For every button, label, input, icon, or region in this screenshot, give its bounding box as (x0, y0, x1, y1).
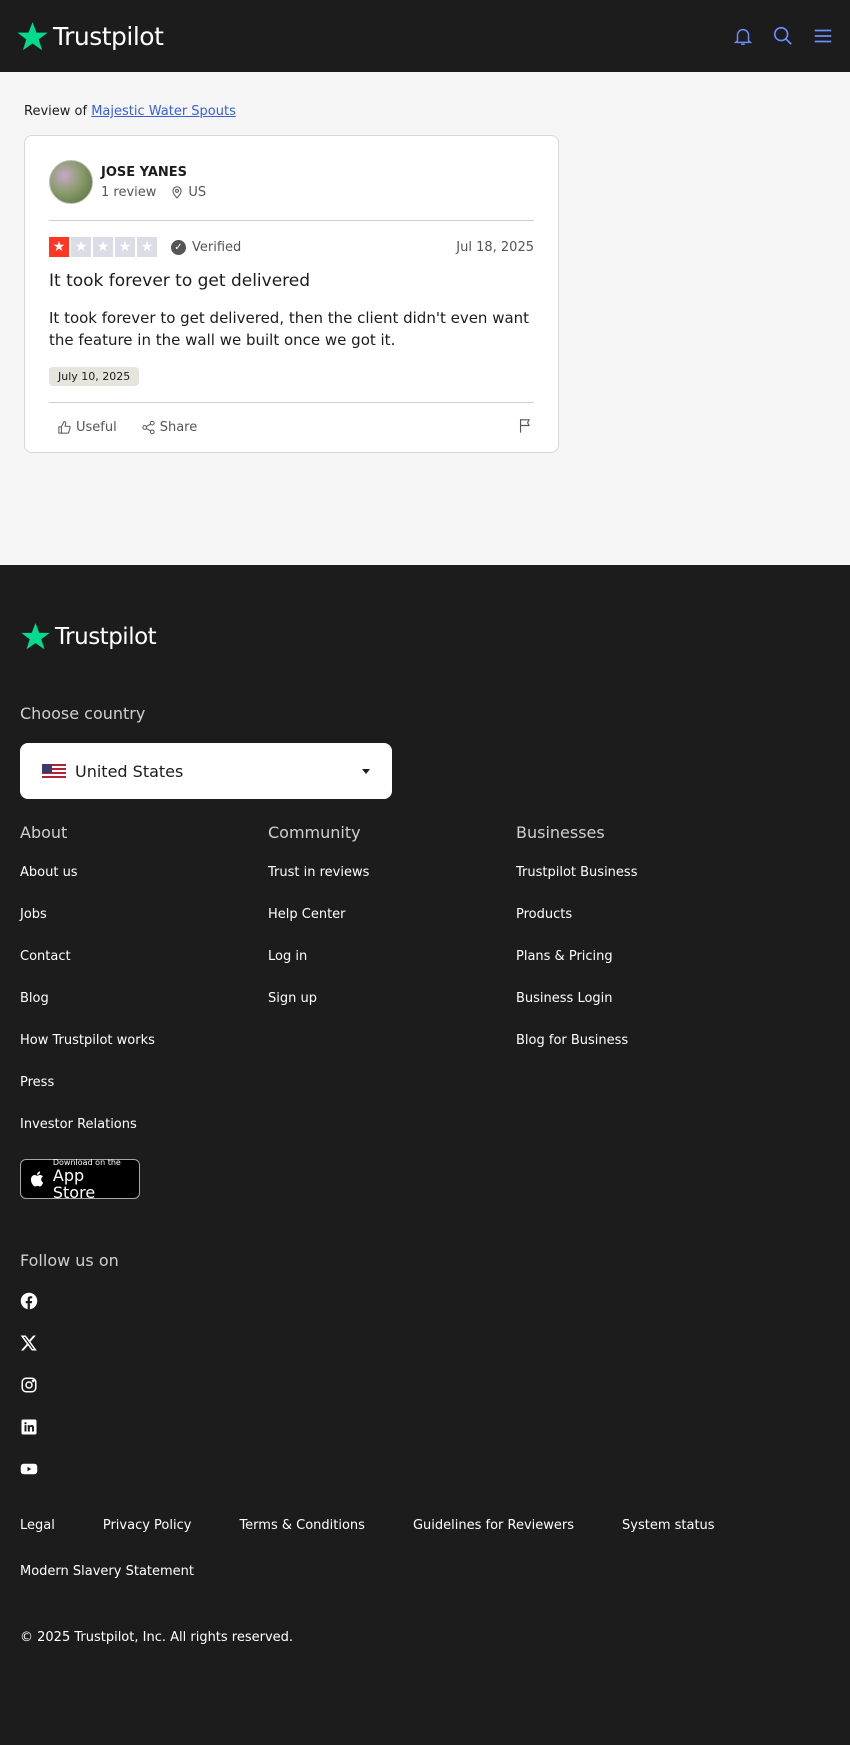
trustpilot-star-icon (17, 21, 48, 50)
linkedin-icon[interactable] (20, 1418, 38, 1436)
chevron-down-icon (362, 768, 370, 774)
rating-star-4: ★ (115, 237, 135, 257)
footer-heading-businesses: Businesses (516, 823, 605, 842)
footer-link-about-us[interactable]: About us (20, 865, 268, 880)
review-body: It took forever to get delivered, then t… (49, 309, 530, 349)
useful-label: Useful (76, 420, 117, 435)
instagram-icon[interactable] (20, 1376, 38, 1394)
footer-link-investor-relations[interactable]: Investor Relations (20, 1117, 268, 1132)
selected-country: United States (75, 761, 184, 781)
footer-link-blog-for-business[interactable]: Blog for Business (516, 1033, 764, 1048)
footer-link-terms-conditions[interactable]: Terms & Conditions (239, 1518, 365, 1533)
social-links (20, 1292, 830, 1478)
review-title: It took forever to get delivered (49, 271, 311, 291)
choose-country-label: Choose country (20, 704, 146, 723)
rating-star-2: ★ (71, 237, 91, 257)
footer-link-jobs[interactable]: Jobs (20, 907, 268, 922)
trustpilot-star-icon (21, 622, 50, 650)
footer-link-plans-pricing[interactable]: Plans & Pricing (516, 949, 764, 964)
copyright-text: © 2025 Trustpilot, Inc. All rights reser… (20, 1630, 294, 1645)
footer-column-businesses: Businesses Trustpilot Business Products … (516, 823, 764, 1199)
star-rating: ★ ★ ★ ★ ★ (49, 237, 157, 257)
rating-star-1: ★ (49, 237, 69, 257)
legal-links: Legal Privacy Policy Terms & Conditions … (20, 1518, 830, 1533)
footer-link-help-center[interactable]: Help Center (268, 907, 516, 922)
share-button[interactable]: Share (141, 420, 198, 435)
useful-button[interactable]: Useful (57, 420, 117, 435)
logo-wordmark: Trustpilot (53, 21, 164, 51)
footer-link-trustpilot-business[interactable]: Trustpilot Business (516, 865, 764, 880)
review-of-line: Review of Majestic Water Spouts (24, 104, 826, 119)
share-icon (142, 420, 155, 435)
app-store-big-text: App Store (52, 1165, 96, 1202)
footer-link-modern-slavery-statement[interactable]: Modern Slavery Statement (20, 1564, 194, 1579)
site-footer: Trustpilot Choose country United States … (0, 565, 850, 1745)
reviewer-review-count: 1 review (101, 184, 157, 200)
notifications-bell-icon[interactable] (732, 25, 754, 47)
app-store-badge[interactable]: Download on the App Store (20, 1158, 140, 1202)
footer-link-log-in[interactable]: Log in (268, 949, 516, 964)
footer-link-business-login[interactable]: Business Login (516, 991, 764, 1006)
experience-date: July 10, 2025 (49, 367, 140, 386)
logo-wordmark: Trustpilot (55, 623, 157, 650)
reviewer-location: US (170, 185, 206, 200)
us-flag-icon (42, 764, 66, 780)
share-label: Share (159, 420, 198, 435)
search-icon[interactable] (772, 25, 794, 47)
footer-heading-community: Community (268, 823, 361, 842)
footer-column-community: Community Trust in reviews Help Center L… (268, 823, 516, 1199)
review-card: JOSE YANES 1 review US ★ ★ ★ ★ ★ ✓ Verif… (24, 135, 559, 453)
follow-us-label: Follow us on (20, 1251, 119, 1270)
youtube-icon[interactable] (20, 1460, 38, 1478)
footer-link-products[interactable]: Products (516, 907, 764, 922)
footer-link-sign-up[interactable]: Sign up (268, 991, 516, 1006)
thumbs-up-icon (58, 421, 71, 434)
footer-link-legal[interactable]: Legal (20, 1518, 55, 1533)
x-icon[interactable] (20, 1334, 38, 1352)
reviewer-name[interactable]: JOSE YANES (101, 165, 206, 180)
company-link[interactable]: Majestic Water Spouts (91, 104, 236, 119)
facebook-icon[interactable] (20, 1292, 38, 1310)
footer-heading-about: About (20, 823, 68, 842)
apple-icon (30, 1171, 44, 1187)
footer-link-press[interactable]: Press (20, 1075, 268, 1090)
top-navigation-bar: Trustpilot (0, 0, 850, 72)
rating-star-3: ★ (93, 237, 113, 257)
footer-link-trust-in-reviews[interactable]: Trust in reviews (268, 865, 516, 880)
footer-link-system-status[interactable]: System status (622, 1518, 715, 1533)
rating-star-5: ★ (137, 237, 157, 257)
review-of-prefix: Review of (24, 104, 88, 119)
review-page-main: Review of Majestic Water Spouts JOSE YAN… (0, 72, 850, 565)
report-flag-icon[interactable] (517, 417, 534, 438)
footer-link-guidelines-for-reviewers[interactable]: Guidelines for Reviewers (413, 1518, 574, 1533)
footer-trustpilot-logo[interactable]: Trustpilot (20, 621, 830, 652)
avatar[interactable] (49, 160, 93, 204)
country-select[interactable]: United States (20, 743, 392, 799)
location-pin-icon (172, 186, 183, 199)
menu-hamburger-icon[interactable] (812, 25, 834, 47)
reviewer-country: US (188, 184, 207, 200)
reviewer-info: JOSE YANES 1 review US (49, 160, 534, 221)
footer-link-privacy-policy[interactable]: Privacy Policy (103, 1518, 192, 1533)
footer-link-how-trustpilot-works[interactable]: How Trustpilot works (20, 1033, 268, 1048)
review-date: Jul 18, 2025 (456, 239, 534, 255)
trustpilot-logo[interactable]: Trustpilot (16, 20, 164, 53)
footer-link-contact[interactable]: Contact (20, 949, 268, 964)
footer-link-blog[interactable]: Blog (20, 991, 268, 1006)
verified-check-icon: ✓ (171, 239, 186, 255)
verified-badge[interactable]: ✓ Verified (171, 239, 242, 255)
footer-column-about: About About us Jobs Contact Blog How Tru… (20, 823, 268, 1202)
verified-label: Verified (192, 239, 242, 255)
